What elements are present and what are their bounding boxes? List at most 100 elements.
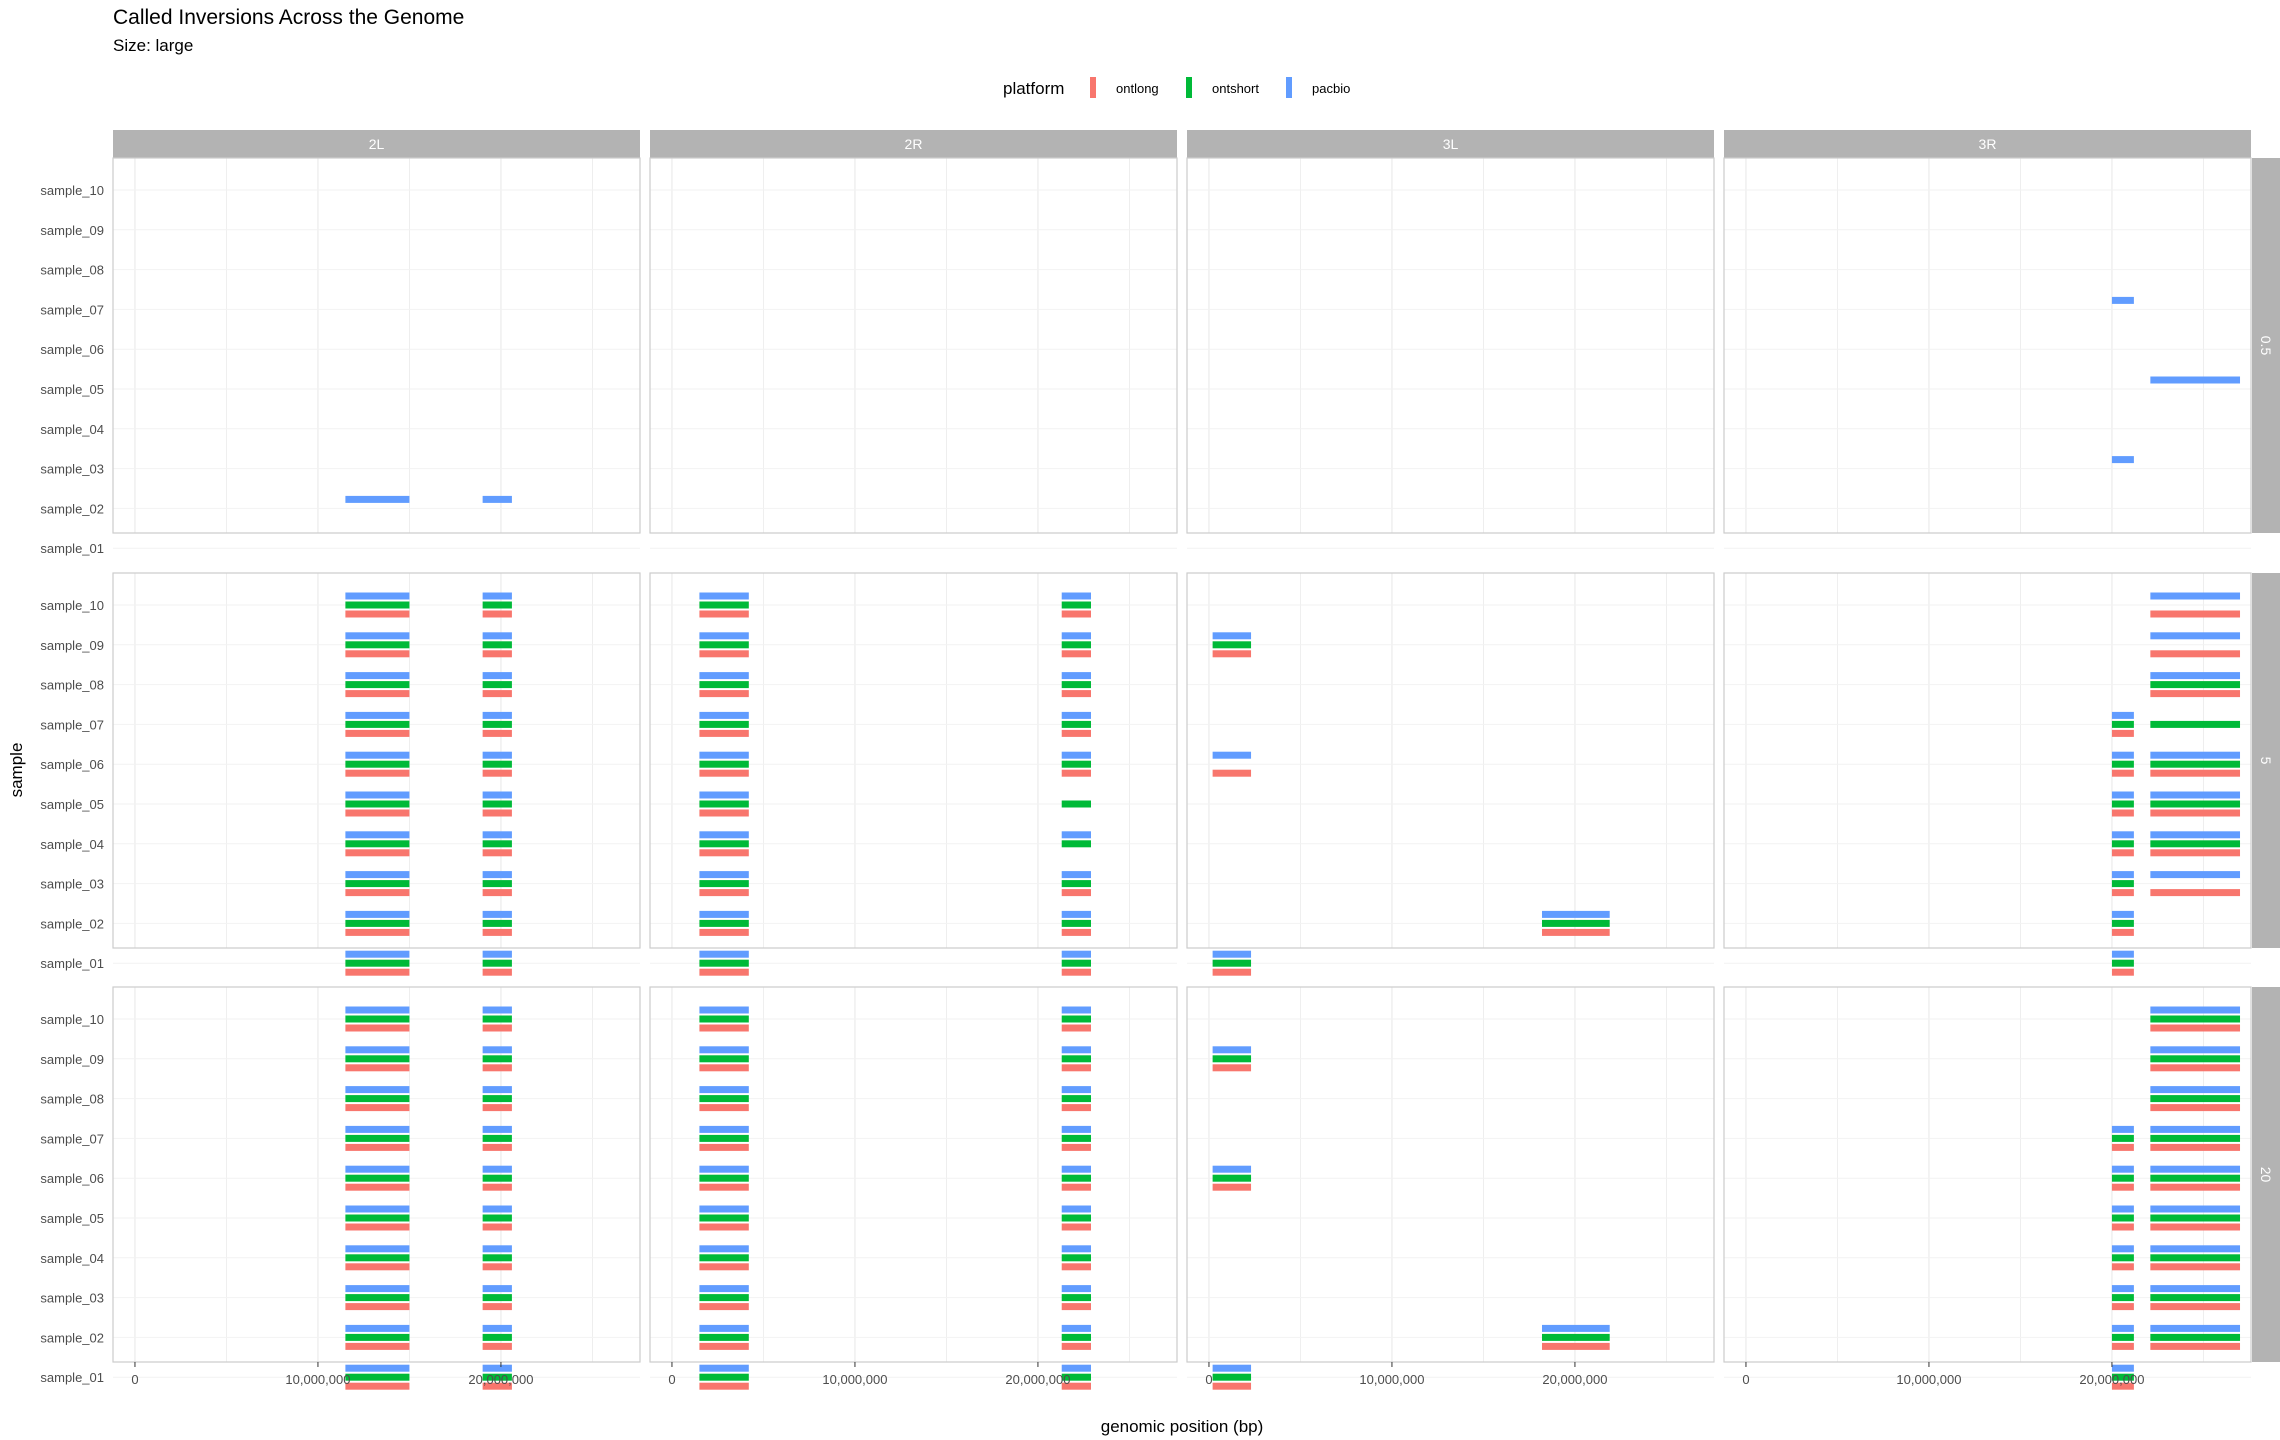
- inversion-bar-sample_04-ontshort: [1061, 840, 1091, 848]
- inversion-bar-sample_06-pacbio: [2150, 1165, 2241, 1173]
- inversion-bar-sample_06-ontshort: [1212, 1174, 1252, 1182]
- inversion-bar-sample_04-ontshort: [482, 840, 512, 848]
- inversion-bar-sample_04-ontshort: [1061, 1254, 1091, 1262]
- inversion-bar-sample_06-ontlong: [2150, 1183, 2241, 1191]
- inversion-bar-sample_07-ontlong: [699, 1143, 749, 1151]
- inversion-bar-sample_06-ontlong: [345, 1183, 410, 1191]
- inversion-bar-sample_07-ontlong: [699, 729, 749, 737]
- inversion-bar-sample_04-pacbio: [699, 1245, 749, 1253]
- inversion-bar-sample_04-ontshort: [699, 1254, 749, 1262]
- y-tick-sample_10: sample_10: [40, 598, 104, 613]
- inversion-bar-sample_04-ontlong: [1061, 1263, 1091, 1271]
- inversion-bar-sample_04-ontlong: [2111, 1263, 2134, 1271]
- inversion-bar-sample_07-pacbio: [2111, 1125, 2134, 1133]
- inversion-bar-sample_03-ontlong: [2150, 889, 2241, 897]
- panel-0.5-2R: [649, 157, 1178, 549]
- inversion-bar-sample_01-pacbio: [2111, 1364, 2134, 1372]
- inversion-bar-sample_08-ontshort: [482, 1095, 512, 1103]
- inversion-bar-sample_02-ontlong: [2111, 928, 2134, 936]
- inversion-bar-sample_01-ontshort: [345, 959, 410, 967]
- inversion-bar-sample_06-ontlong: [1212, 1183, 1252, 1191]
- y-tick-sample_05: sample_05: [40, 797, 104, 812]
- inversion-bar-sample_09-ontlong: [1061, 650, 1091, 658]
- inversion-bar-sample_05-ontshort: [482, 1214, 512, 1222]
- inversion-bar-sample_04-ontshort: [2150, 840, 2241, 848]
- inversion-bar-sample_08-ontlong: [1061, 690, 1091, 698]
- panel-5-2R: [649, 572, 1178, 976]
- strip-label-row-0.5: 0.5: [2258, 336, 2274, 356]
- inversion-bar-sample_09-pacbio: [1061, 1046, 1091, 1054]
- inversion-bar-sample_08-ontshort: [345, 681, 410, 689]
- inversion-bar-sample_03-pacbio: [345, 871, 410, 879]
- inversion-bar-sample_07-pacbio: [2150, 1125, 2241, 1133]
- inversion-bar-sample_08-ontshort: [345, 1095, 410, 1103]
- x-tick-label: 20,000,000: [1542, 1372, 1607, 1387]
- inversion-bar-sample_02-pacbio: [2150, 1324, 2241, 1332]
- chart-subtitle: Size: large: [113, 36, 193, 55]
- inversion-bar-sample_07-pacbio: [345, 1125, 410, 1133]
- inversion-bar-sample_05-pacbio: [699, 1205, 749, 1213]
- inversion-bar-sample_02-pacbio: [1541, 910, 1610, 918]
- inversion-bar-sample_05-pacbio: [2150, 1205, 2241, 1213]
- y-tick-sample_03: sample_03: [40, 1291, 104, 1306]
- inversion-bar-sample_05-ontlong: [2150, 1223, 2241, 1231]
- panel-5-3R: [1723, 572, 2252, 976]
- inversion-bar-sample_04-ontshort: [2111, 1254, 2134, 1262]
- inversion-bar-sample_02-pacbio: [345, 1324, 410, 1332]
- inversion-bar-sample_02-pacbio: [482, 910, 512, 918]
- inversion-bar-sample_05-ontshort: [345, 800, 410, 808]
- inversion-bar-sample_02-ontlong: [345, 1342, 410, 1350]
- inversion-bar-sample_08-pacbio: [699, 1086, 749, 1094]
- inversion-bar-sample_06-pacbio: [2111, 751, 2134, 759]
- inversion-bar-sample_05-pacbio: [2150, 376, 2241, 384]
- inversion-bar-sample_01-pacbio: [1212, 950, 1252, 958]
- inversion-bar-sample_07-ontlong: [345, 729, 410, 737]
- inversion-bar-sample_05-ontshort: [699, 800, 749, 808]
- panel-0.5-3R: [1723, 157, 2252, 549]
- strip-label-row-5: 5: [2258, 757, 2274, 765]
- inversion-bar-sample_05-ontshort: [2150, 800, 2241, 808]
- inversion-bar-sample_02-ontshort: [482, 919, 512, 927]
- inversion-bar-sample_02-ontlong: [2111, 1342, 2134, 1350]
- inversion-bar-sample_03-ontshort: [2111, 1294, 2134, 1302]
- inversion-bar-sample_08-ontlong: [345, 690, 410, 698]
- inversion-bar-sample_09-ontshort: [345, 1055, 410, 1063]
- inversion-bar-sample_06-ontshort: [482, 1174, 512, 1182]
- inversion-bar-sample_09-pacbio: [1212, 1046, 1252, 1054]
- inversion-bar-sample_06-ontshort: [2111, 760, 2134, 768]
- legend-label-pacbio: pacbio: [1312, 81, 1350, 96]
- inversion-bar-sample_10-ontshort: [345, 601, 410, 609]
- inversion-bar-sample_05-ontshort: [2150, 1214, 2241, 1222]
- inversion-bar-sample_06-ontlong: [1061, 769, 1091, 777]
- inversion-bar-sample_09-ontlong: [699, 1064, 749, 1072]
- inversion-bar-sample_05-ontshort: [2111, 1214, 2134, 1222]
- inversion-bar-sample_06-pacbio: [345, 751, 410, 759]
- inversion-bar-sample_01-ontlong: [345, 1382, 410, 1390]
- inversion-bar-sample_04-ontlong: [482, 849, 512, 857]
- inversion-bar-sample_05-pacbio: [345, 1205, 410, 1213]
- y-tick-sample_03: sample_03: [40, 462, 104, 477]
- inversion-bar-sample_04-ontshort: [345, 840, 410, 848]
- inversion-bar-sample_06-ontshort: [699, 1174, 749, 1182]
- inversion-bar-sample_04-pacbio: [2150, 1245, 2241, 1253]
- inversion-bar-sample_09-ontshort: [345, 641, 410, 649]
- inversion-bar-sample_06-ontshort: [345, 760, 410, 768]
- inversion-bar-sample_07-pacbio: [699, 1125, 749, 1133]
- legend-label-ontlong: ontlong: [1116, 81, 1159, 96]
- inversion-bar-sample_05-ontshort: [699, 1214, 749, 1222]
- inversion-bar-sample_09-pacbio: [482, 1046, 512, 1054]
- inversion-bar-sample_03-pacbio: [1061, 1285, 1091, 1293]
- inversion-bar-sample_03-ontshort: [482, 1294, 512, 1302]
- inversion-bar-sample_06-ontlong: [482, 769, 512, 777]
- inversion-bar-sample_05-pacbio: [2111, 1205, 2134, 1213]
- inversion-bar-sample_02-ontshort: [345, 1333, 410, 1341]
- inversion-bar-sample_08-ontlong: [482, 690, 512, 698]
- inversion-bar-sample_03-ontshort: [345, 1294, 410, 1302]
- panel-20-2R: [649, 986, 1178, 1390]
- inversion-bar-sample_08-pacbio: [2150, 672, 2241, 680]
- y-tick-sample_06: sample_06: [40, 1171, 104, 1186]
- inversion-bar-sample_03-pacbio: [699, 1285, 749, 1293]
- inversion-bar-sample_06-ontlong: [2111, 1183, 2134, 1191]
- inversion-bar-sample_01-pacbio: [482, 1364, 512, 1372]
- y-tick-sample_09: sample_09: [40, 223, 104, 238]
